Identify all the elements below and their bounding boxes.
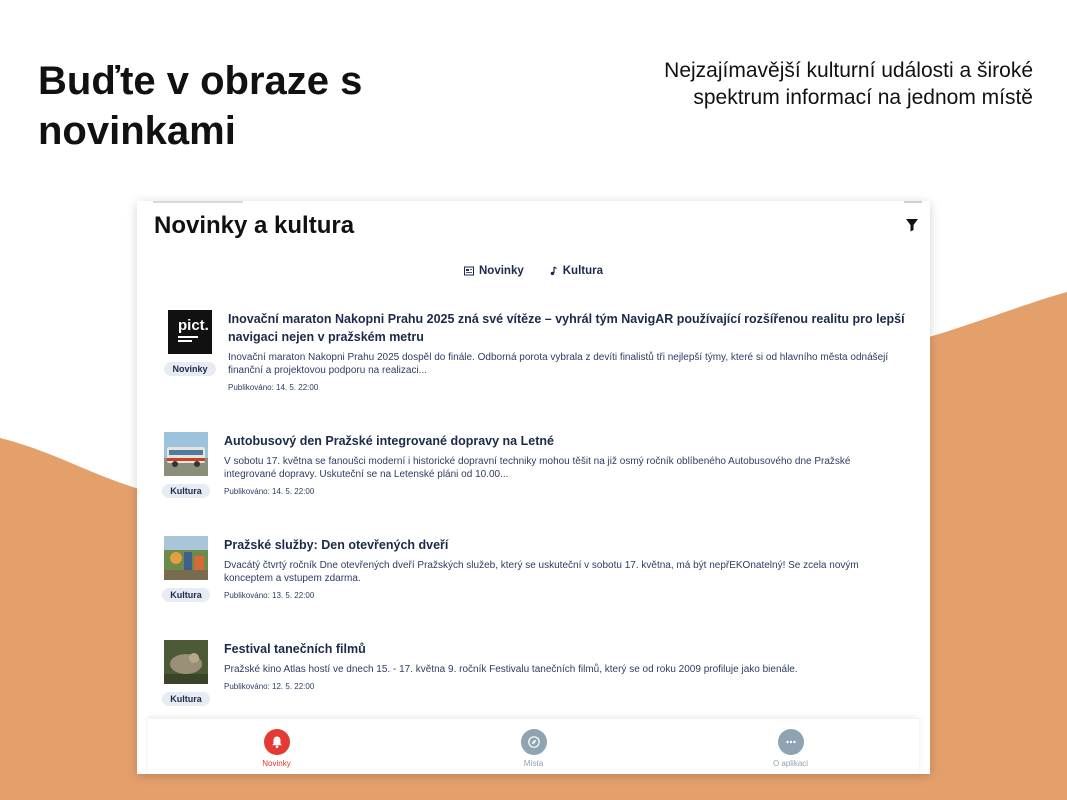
article-date: Publikováno: 14. 5. 22:00: [228, 383, 319, 392]
article-description: Dvacátý čtvrtý ročník Dne otevřených dve…: [224, 560, 859, 584]
article-description: Pražské kino Atlas hostí ve dnech 15. - …: [224, 664, 798, 675]
page-title: Novinky a kultura: [154, 212, 355, 239]
bell-icon: [263, 729, 290, 755]
category-badge: Kultura: [162, 484, 210, 498]
bottom-navigation: Novinky Místa O aplikaci: [148, 719, 919, 774]
article-title: Festival tanečních filmů: [224, 642, 366, 656]
article-title: Pražské služby: Den otevřených dveří: [224, 538, 449, 552]
filter-icon: [906, 219, 918, 232]
nav-label: Místa: [523, 759, 544, 768]
nav-label: O aplikaci: [772, 759, 809, 768]
article-date: Publikováno: 14. 5. 22:00: [224, 487, 315, 496]
article-description: V sobotu 17. května se fanoušci moderní …: [224, 456, 851, 480]
article-title: Autobusový den Pražské integrované dopra…: [224, 434, 554, 448]
article-thumbnail: [164, 640, 208, 684]
compass-icon: [520, 729, 547, 755]
status-bar: [137, 201, 930, 205]
more-icon: [777, 729, 804, 755]
category-badge: Kultura: [162, 692, 210, 706]
article-thumbnail: [164, 432, 208, 476]
article-date: Publikováno: 12. 5. 22:00: [224, 682, 315, 691]
article-date: Publikováno: 13. 5. 22:00: [224, 591, 315, 600]
music-note-icon: [550, 266, 557, 276]
tab-label: Novinky: [479, 265, 524, 277]
tablet-screen: Novinky a kultura Novinky Kultura pict. …: [137, 201, 930, 774]
hero-title: Buďte v obraze s novinkami: [38, 59, 363, 153]
article-thumbnail: pict.: [168, 310, 212, 354]
tab-novinky[interactable]: Novinky: [464, 265, 524, 277]
category-badge: Novinky: [164, 362, 216, 376]
hero-subtitle: Nejzajímavější kulturní události a širok…: [664, 59, 1033, 109]
newspaper-icon: [464, 266, 474, 276]
article-thumbnail: [164, 536, 208, 580]
article-description: Inovační maraton Nakopni Prahu 2025 dosp…: [228, 352, 889, 376]
filter-button[interactable]: [904, 217, 920, 233]
category-tabs: Novinky Kultura: [137, 265, 930, 277]
tab-label: Kultura: [562, 265, 603, 277]
article-title: Inovační maraton Nakopni Prahu 2025 zná …: [228, 312, 905, 344]
category-badge: Kultura: [162, 588, 210, 602]
nav-mista[interactable]: Místa: [405, 719, 662, 774]
thumbnail-logo-text: pict.: [178, 317, 209, 334]
nav-label: Novinky: [262, 759, 291, 768]
nav-o-aplikaci[interactable]: O aplikaci: [662, 719, 919, 774]
nav-novinky[interactable]: Novinky: [148, 719, 405, 774]
tab-kultura[interactable]: Kultura: [548, 265, 603, 277]
